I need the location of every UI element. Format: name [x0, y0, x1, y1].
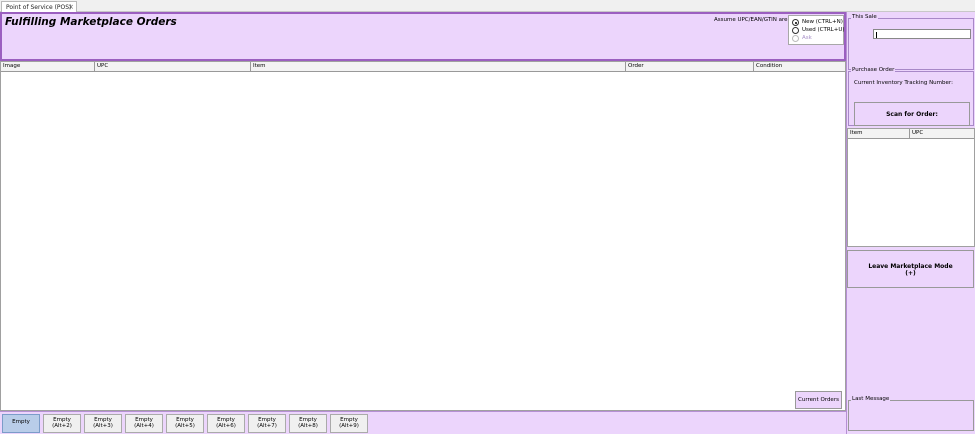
tab-point-of-service[interactable]: Point of Service (POS) × — [1, 1, 77, 12]
column-header-condition[interactable]: Condition — [754, 62, 845, 72]
quick-slot-5[interactable]: Empty (Alt+5) — [166, 414, 204, 433]
leave-marketplace-shortcut: (+) — [905, 270, 916, 277]
radio-new-icon[interactable] — [792, 19, 799, 26]
quick-slot-shortcut: (Alt+2) — [52, 423, 72, 429]
current-orders-button[interactable]: Current Orders — [795, 391, 842, 409]
column-header-item[interactable]: Item — [848, 129, 910, 139]
column-header-order[interactable]: Order — [626, 62, 754, 72]
quick-slot-4[interactable]: Empty (Alt+4) — [125, 414, 163, 433]
page-header: Fulfilling Marketplace Orders Assume UPC… — [0, 12, 846, 61]
quick-slot-shortcut: (Alt+4) — [134, 423, 154, 429]
this-sale-group: This Sale — [848, 14, 974, 70]
tab-strip: Point of Service (POS) × — [0, 0, 975, 12]
tracking-number-label: Current Inventory Tracking Number: — [854, 80, 953, 86]
radio-ask-label: Ask — [802, 35, 812, 41]
quick-slot-7[interactable]: Empty (Alt+7) — [248, 414, 286, 433]
radio-used-label[interactable]: Used (CTRL+U) — [802, 27, 845, 34]
quick-slot-3[interactable]: Empty (Alt+3) — [84, 414, 122, 433]
quick-slot-shortcut: (Alt+6) — [216, 423, 236, 429]
quick-slot-shortcut: (Alt+7) — [257, 423, 277, 429]
sidebar: This Sale Purchase Order Current Invento… — [846, 12, 975, 434]
quick-slot-9[interactable]: Empty (Alt+9) — [330, 414, 368, 433]
page-title: Fulfilling Marketplace Orders — [5, 16, 177, 28]
order-items-grid[interactable]: Item UPC — [847, 128, 975, 247]
quick-slot-shortcut: (Alt+5) — [175, 423, 195, 429]
quick-slot-shortcut: (Alt+8) — [298, 423, 318, 429]
radio-used-icon[interactable] — [792, 27, 799, 34]
last-message-legend: Last Message — [851, 396, 891, 402]
quick-slot-1[interactable]: Empty — [2, 414, 40, 433]
close-icon[interactable]: × — [68, 3, 74, 11]
purchase-order-group: Purchase Order Current Inventory Trackin… — [848, 67, 974, 126]
condition-radio-group: New (CTRL+N) Used (CTRL+U) Ask — [788, 15, 845, 45]
order-items-header: Item UPC — [848, 129, 974, 139]
radio-ask-icon — [792, 35, 799, 42]
purchase-order-legend: Purchase Order — [851, 67, 896, 73]
sale-input[interactable] — [873, 29, 971, 39]
quick-slot-bar: Empty Empty (Alt+2) Empty (Alt+3) Empty … — [0, 411, 846, 434]
orders-grid[interactable]: Image UPC Item Order Condition — [0, 61, 846, 411]
last-message-box: Last Message — [848, 396, 974, 431]
scan-for-order-button[interactable]: Scan for Order: — [854, 102, 970, 126]
grid-header: Image UPC Item Order Condition — [1, 62, 845, 72]
column-header-image[interactable]: Image — [1, 62, 95, 72]
leave-marketplace-button[interactable]: Leave Marketplace Mode (+) — [847, 250, 974, 288]
this-sale-legend: This Sale — [851, 14, 878, 20]
quick-slot-shortcut: (Alt+9) — [339, 423, 359, 429]
text-caret — [876, 32, 877, 38]
column-header-upc[interactable]: UPC — [910, 129, 974, 139]
assume-label: Assume UPC/EAN/GTIN are: — [714, 17, 790, 23]
quick-slot-6[interactable]: Empty (Alt+6) — [207, 414, 245, 433]
quick-slot-shortcut: (Alt+3) — [93, 423, 113, 429]
quick-slot-label: Empty — [12, 419, 30, 425]
radio-new-label[interactable]: New (CTRL+N) — [802, 19, 843, 26]
quick-slot-8[interactable]: Empty (Alt+8) — [289, 414, 327, 433]
quick-slot-2[interactable]: Empty (Alt+2) — [43, 414, 81, 433]
tab-label: Point of Service (POS) — [6, 4, 72, 11]
leave-marketplace-label: Leave Marketplace Mode — [868, 263, 953, 270]
column-header-item[interactable]: Item — [251, 62, 626, 72]
column-header-upc[interactable]: UPC — [95, 62, 251, 72]
